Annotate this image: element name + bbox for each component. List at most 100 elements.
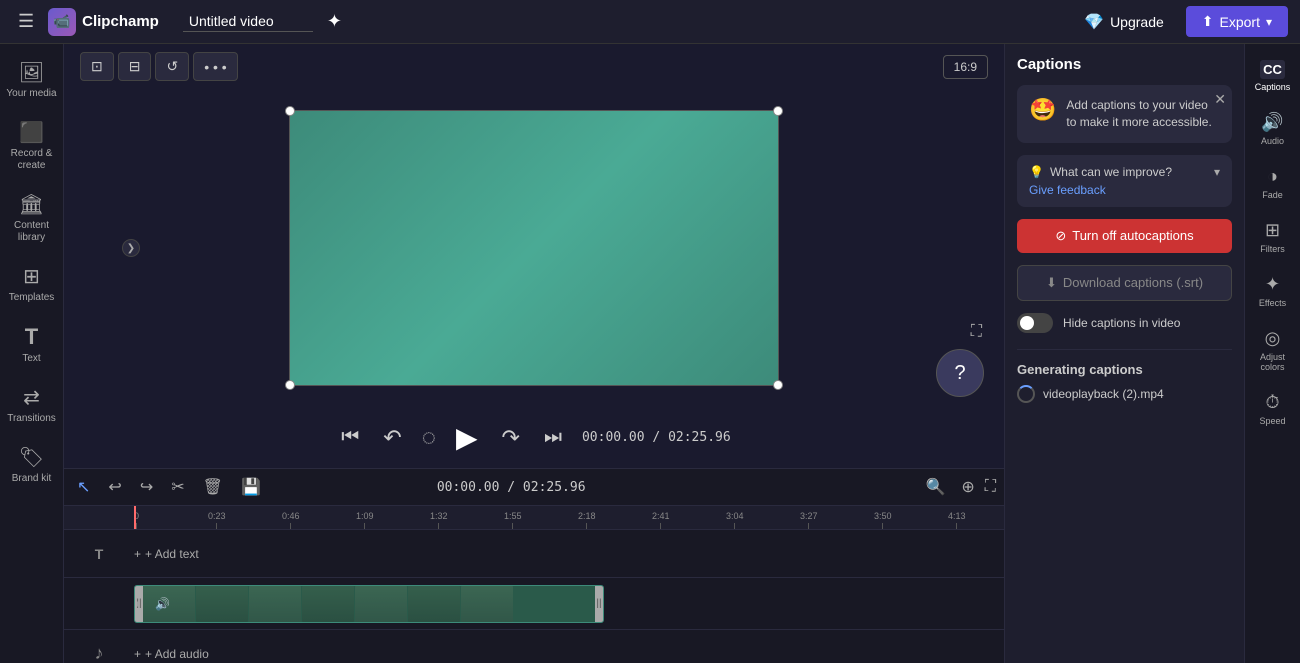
loading-spinner: ◌ [422, 424, 436, 452]
zoom-in-button[interactable]: ⊕ [955, 475, 980, 499]
tab-filters[interactable]: ⊞ Filters [1245, 212, 1300, 262]
upgrade-button[interactable]: 💎 Upgrade [1072, 6, 1176, 38]
video-track-content: ⏸ || 🔊 | [134, 578, 1004, 629]
text-track-label: T [64, 546, 134, 562]
feedback-label: What can we improve? [1050, 165, 1172, 179]
download-label: Download captions (.srt) [1063, 275, 1203, 290]
add-audio-button[interactable]: + + Add audio [134, 647, 209, 661]
add-text-label: + Add text [145, 547, 199, 561]
expand-preview-button[interactable]: ⛶ [971, 323, 982, 341]
hide-captions-toggle[interactable] [1017, 313, 1053, 333]
add-text-button[interactable]: + + Add text [134, 547, 199, 561]
feedback-chevron-icon[interactable]: ▾ [1214, 165, 1220, 179]
sidebar-item-brand-kit[interactable]: 🏷 Brand kit [0, 437, 63, 493]
redo-button[interactable]: ↪ [135, 475, 158, 499]
time-separator: / [652, 430, 660, 445]
crop-tool-button[interactable]: ⊡ [80, 52, 114, 81]
export-chevron-icon: ▾ [1266, 15, 1272, 29]
turn-off-autocaptions-button[interactable]: ⊘ Turn off autocaptions [1017, 219, 1232, 253]
download-icon: ⬇ [1046, 275, 1057, 291]
give-feedback-link[interactable]: Give feedback [1029, 183, 1220, 197]
video-canvas[interactable] [289, 110, 779, 386]
ruler-mark-label: 3:27 [800, 511, 818, 521]
menu-button[interactable]: ☰ [12, 7, 40, 36]
skip-forward-button[interactable]: ⏭ [540, 422, 566, 453]
layout-tool-button[interactable]: ⊟ [118, 52, 152, 81]
save-button[interactable]: 💾 [236, 475, 266, 499]
undo-button[interactable]: ↩ [103, 475, 126, 499]
right-icon-tabs: CC Captions 🔊 Audio ◑ Fade ⊞ Filters ✦ E… [1244, 44, 1300, 663]
tab-fade[interactable]: ◑ Fade [1245, 158, 1300, 208]
resize-handle-tr[interactable] [773, 106, 783, 116]
logo-area[interactable]: 📹 Clipchamp [48, 8, 159, 36]
forward-button[interactable]: ↷ [498, 421, 524, 455]
help-button[interactable]: ? [936, 349, 984, 397]
clip-thumbnail [249, 586, 301, 622]
clip-handle-right[interactable]: || [595, 586, 603, 622]
delete-button[interactable]: 🗑 [198, 475, 228, 499]
tab-captions[interactable]: CC Captions [1245, 52, 1300, 100]
sidebar-item-transitions[interactable]: ⇄ Transitions [0, 377, 63, 433]
ruler-mark-label: 1:55 [504, 511, 522, 521]
captions-tab-label: Captions [1255, 82, 1291, 92]
topbar-right: 💎 Upgrade ⬆ Export ▾ [1072, 6, 1288, 38]
clip-mute-icon[interactable]: 🔊 [155, 597, 170, 611]
video-clip[interactable]: ⏸ || 🔊 | [134, 585, 604, 623]
sidebar-label-brand-kit: Brand kit [12, 473, 51, 485]
ruler-mark-line [808, 523, 809, 529]
rotate-tool-button[interactable]: ↺ [155, 52, 189, 81]
cursor-tool-button[interactable]: ↖ [72, 475, 95, 499]
tab-speed[interactable]: ⏱ Speed [1245, 384, 1300, 434]
timeline-total-time: 02:25.96 [523, 480, 586, 495]
magic-icon[interactable]: ✦ [327, 11, 342, 32]
resize-handle-bl[interactable] [285, 380, 295, 390]
tab-audio[interactable]: 🔊 Audio [1245, 104, 1300, 154]
video-title-input[interactable] [183, 11, 313, 32]
cut-tool-button[interactable]: ✂ [166, 475, 189, 499]
tab-adjust-colors[interactable]: ◎ Adjustcolors [1245, 320, 1300, 380]
audio-tab-icon: 🔊 [1261, 112, 1283, 133]
resize-handle-br[interactable] [773, 380, 783, 390]
filters-tab-icon: ⊞ [1265, 220, 1280, 241]
text-track-content: + + Add text [134, 530, 1004, 577]
content-library-icon: 🏛 [19, 192, 44, 217]
sidebar-item-templates[interactable]: ⊞ Templates [0, 256, 63, 312]
export-button[interactable]: ⬆ Export ▾ [1186, 6, 1288, 37]
audio-track-label: ♪ [64, 643, 134, 663]
clip-pause-icon[interactable]: ⏸ [134, 596, 139, 611]
caption-promo-close-button[interactable]: ✕ [1214, 91, 1226, 108]
play-button[interactable]: ▶ [452, 417, 482, 458]
rewind-button[interactable]: ↶ [379, 421, 405, 455]
more-tools-button[interactable]: • • • [193, 52, 237, 81]
sidebar-item-content-library[interactable]: 🏛 Contentlibrary [0, 184, 63, 252]
feedback-card: 💡 What can we improve? ▾ Give feedback [1017, 155, 1232, 207]
resize-handle-tl[interactable] [285, 106, 295, 116]
time-position: 00:00.00 / 02:25.96 [582, 430, 731, 445]
export-arrow-icon: ⬆ [1202, 13, 1214, 30]
hide-captions-label: Hide captions in video [1063, 316, 1180, 330]
sidebar-label-transitions: Transitions [7, 413, 56, 425]
sidebar-label-templates: Templates [9, 292, 55, 304]
sidebar-collapse-button[interactable]: ❯ [122, 239, 140, 257]
zoom-out-button[interactable]: 🔍 [919, 475, 951, 499]
expand-timeline-button[interactable]: ⛶ [985, 478, 996, 496]
download-captions-button[interactable]: ⬇ Download captions (.srt) [1017, 265, 1232, 301]
clip-thumbnail [355, 586, 407, 622]
sidebar-label-record-create: Record &create [11, 148, 53, 172]
feedback-row: 💡 What can we improve? ▾ [1029, 165, 1220, 179]
tab-effects[interactable]: ✦ Effects [1245, 266, 1300, 316]
skip-back-button[interactable]: ⏮ [337, 422, 363, 453]
ruler-mark-label: 1:32 [430, 511, 448, 521]
your-media-icon: 🖼 [19, 60, 44, 85]
sidebar-item-text[interactable]: T Text [0, 316, 63, 373]
sidebar-item-record-create[interactable]: ⬛ Record &create [0, 112, 63, 180]
templates-icon: ⊞ [23, 264, 40, 289]
upgrade-icon: 💎 [1084, 12, 1104, 32]
logo-icon: 📹 [48, 8, 76, 36]
upgrade-label: Upgrade [1110, 14, 1164, 30]
add-text-plus-icon: + [134, 547, 141, 561]
add-audio-label: + Add audio [145, 647, 209, 661]
adjust-colors-tab-label: Adjustcolors [1260, 352, 1285, 372]
clip-thumbnail [302, 586, 354, 622]
sidebar-item-your-media[interactable]: 🖼 Your media [0, 52, 63, 108]
